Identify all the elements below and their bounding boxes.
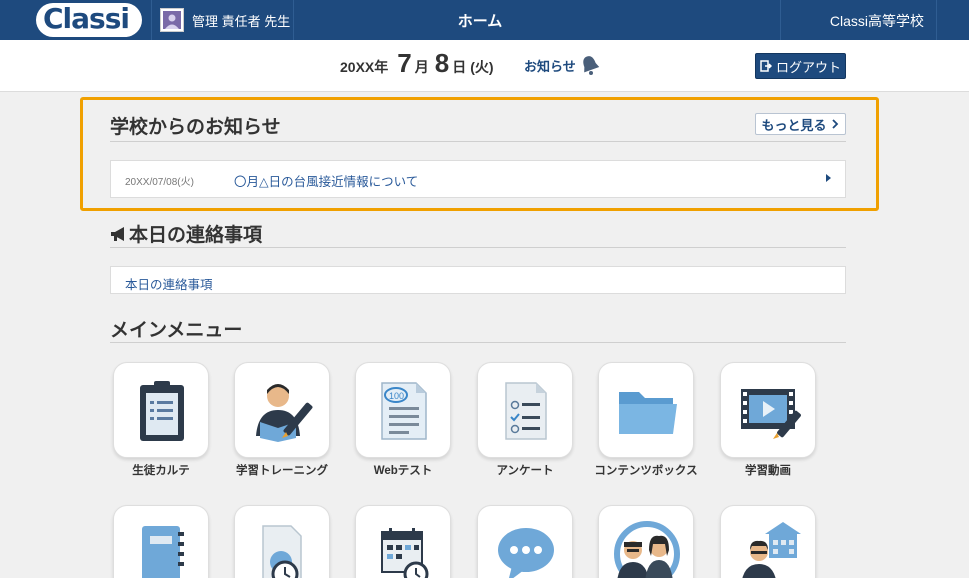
bell-icon [583, 56, 599, 75]
page-title: ホーム [457, 13, 503, 30]
header-divider [936, 0, 937, 40]
svg-text:100: 100 [389, 391, 404, 401]
menu-tile-study-training[interactable] [234, 362, 330, 458]
news-label: お知らせ [524, 58, 576, 74]
section-divider [110, 342, 846, 343]
megaphone-icon [111, 226, 124, 241]
header-divider [780, 0, 781, 40]
daily-contact-title-text: 本日の連絡事項 [129, 225, 263, 246]
menu-tile-student-chart[interactable] [113, 362, 209, 458]
calendar-clock-icon [381, 528, 429, 578]
menu-tile-content-box[interactable] [598, 362, 694, 458]
menu-tile-survey[interactable] [477, 362, 573, 458]
date-month: 7 [397, 48, 412, 78]
notice-item[interactable]: 20XX/07/08(火) 〇月△日の台風接近情報について [110, 160, 846, 198]
student-study-icon [256, 384, 313, 442]
web-test-icon: 100 [381, 382, 427, 440]
daily-contact-box: 本日の連絡事項 [110, 266, 846, 294]
menu-tile[interactable] [234, 505, 330, 578]
header-divider [293, 0, 294, 40]
document-clock-icon [262, 525, 302, 578]
user-avatar-icon [160, 8, 184, 32]
menu-tile[interactable] [477, 505, 573, 578]
menu-tile[interactable] [355, 505, 451, 578]
menu-tile[interactable] [720, 505, 816, 578]
date-weekday: (火) [470, 59, 494, 75]
folder-icon [619, 392, 677, 434]
date-bar: 20XX年 7 月 8 日 (火) お知らせ ログアウト [0, 40, 969, 92]
menu-label: 学習動画 [745, 465, 791, 477]
section-divider [110, 141, 846, 142]
date-month-unit: 月 [414, 59, 429, 75]
chevron-right-icon [831, 119, 838, 129]
daily-contact-title: 本日の連絡事項 [110, 220, 262, 247]
notice-date: 20XX/07/08(火) [125, 177, 194, 188]
date-day: 8 [434, 48, 450, 78]
header-divider [151, 0, 152, 40]
school-notices-title: 学校からのお知らせ [110, 117, 281, 138]
school-name: Classi高等学校 [829, 13, 924, 29]
section-divider [110, 247, 846, 248]
user-menu[interactable]: 管理 責任者 先生 [160, 0, 290, 40]
video-icon [741, 389, 801, 439]
news-link[interactable]: お知らせ [524, 54, 600, 76]
user-name: 管理 責任者 先生 [192, 13, 291, 29]
notebook-icon [142, 526, 184, 578]
clipboard-icon [140, 381, 184, 441]
logout-button[interactable]: ログアウト [755, 53, 846, 79]
date-day-unit: 日 [452, 59, 467, 75]
menu-label: コンテンツボックス [594, 465, 698, 477]
classi-logo[interactable]: Classi [36, 2, 142, 38]
date-year: 20XX年 [340, 59, 389, 75]
teacher-school-icon [742, 522, 801, 578]
more-label: もっと見る [761, 117, 827, 133]
menu-label: アンケート [496, 465, 554, 477]
logout-icon [760, 60, 772, 72]
survey-icon [505, 382, 547, 440]
menu-tile-study-video[interactable] [720, 362, 816, 458]
menu-label: 学習トレーニング [236, 465, 328, 477]
arrow-right-icon [826, 174, 831, 182]
chat-bubble-icon [498, 528, 554, 578]
menu-tile-web-test[interactable]: 100 [355, 362, 451, 458]
logo-text: Classi [43, 2, 130, 35]
current-date: 20XX年 7 月 8 日 (火) [340, 48, 494, 79]
more-button[interactable]: もっと見る [755, 113, 846, 135]
menu-tile[interactable] [113, 505, 209, 578]
group-icon [614, 521, 680, 578]
daily-contact-text: 本日の連絡事項 [125, 278, 213, 292]
menu-tile[interactable] [598, 505, 694, 578]
logout-label: ログアウト [775, 59, 841, 75]
top-bar: Classi 管理 責任者 先生 ホーム Classi高等学校 [0, 0, 969, 40]
menu-label: 生徒カルテ [132, 465, 190, 477]
menu-label: Webテスト [373, 465, 433, 477]
notice-title-link[interactable]: 〇月△日の台風接近情報について [234, 171, 418, 190]
main-menu-title: メインメニュー [110, 320, 243, 341]
